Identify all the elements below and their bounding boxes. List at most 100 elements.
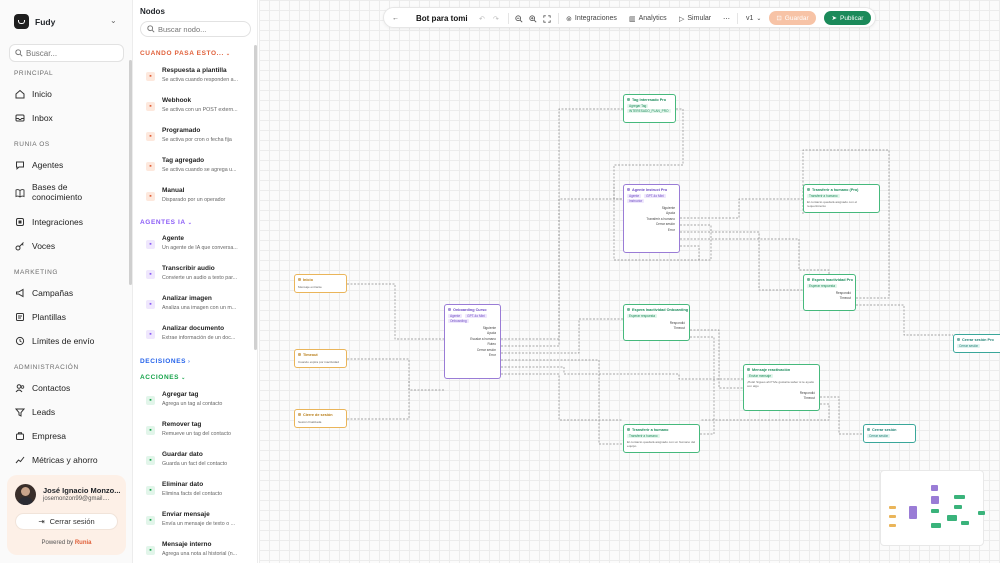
flow-edge[interactable] <box>501 359 623 445</box>
flow-node-output[interactable]: Timeout <box>744 395 819 400</box>
flow-node-espera_pro[interactable]: Espera inactividad Pro Esperar respuesta R… <box>803 274 856 311</box>
flow-node-agente_pro[interactable]: Agente Instruct Pro Agente GPT-4o MiniInst… <box>623 184 680 253</box>
version-select[interactable]: v1 ⌄ <box>746 8 761 29</box>
flow-node-output[interactable]: Error <box>445 352 500 357</box>
logout-button[interactable]: ⇥ Cerrar sesión <box>15 513 118 530</box>
publish-button[interactable]: ➤ Publicar <box>824 11 871 25</box>
flow-edge[interactable] <box>501 318 623 354</box>
minimap[interactable] <box>880 470 985 546</box>
zoom-in-button[interactable] <box>529 8 537 29</box>
sidebar-item-leads[interactable]: Leads <box>14 406 55 417</box>
flow-edge[interactable] <box>501 198 623 347</box>
node-item-triggers[interactable]: ▪ Programado Se activa por cron o fecha fi… <box>142 127 252 155</box>
minimap-node <box>954 505 962 509</box>
node-item-triggers[interactable]: ▪ Webhook Se activa con un POST extern... <box>142 97 252 125</box>
node-item-triggers[interactable]: ▪ Tag agregado Se activa cuando se agrega … <box>142 157 252 185</box>
flow-node-cerrar_right[interactable]: Cerrar sesión Pro Cerrar sesión <box>953 334 1000 353</box>
node-item-actions[interactable]: ▪ Guardar dato Guarda un fact del contacto <box>142 451 252 479</box>
node-item-desc: Convierte un audio a texto par... <box>162 275 238 281</box>
flow-node-espera_onb[interactable]: Espera Inactividad Onboarding Esperar res… <box>623 304 690 341</box>
flow-node-output[interactable]: Error <box>624 226 679 232</box>
sidebar-item-limites[interactable]: Límites de envío <box>14 335 94 346</box>
group-label: DECISIONES <box>140 358 187 365</box>
node-item-actions[interactable]: ▪ Remover tag Remueve un tag del contacto <box>142 421 252 449</box>
sidebar-item-agentes[interactable]: Agentes <box>14 159 63 170</box>
flow-edge[interactable] <box>820 396 863 435</box>
node-item-triggers[interactable]: ▪ Respuesta a plantilla Se activa cuando r… <box>142 67 252 95</box>
more-button[interactable]: ⋯ <box>723 8 730 29</box>
node-item-actions[interactable]: ▪ Agregar tag Agrega un tag al contacto <box>142 391 252 419</box>
group-agents[interactable]: AGENTES IA ⌄ <box>140 219 193 226</box>
avatar[interactable] <box>15 484 36 505</box>
flow-title[interactable]: Bot para tomi <box>416 8 468 29</box>
flow-node-inicio[interactable]: Inicio Mensaje entrante <box>294 274 347 293</box>
group-actions[interactable]: ACCIONES ⌄ <box>140 374 186 381</box>
sidebar-item-campanas[interactable]: Campañas <box>14 287 73 298</box>
node-item-actions[interactable]: ▪ Eliminar dato Elimina facts del contacto <box>142 481 252 509</box>
flow-node-output[interactable]: Timeout <box>624 325 689 330</box>
group-triggers[interactable]: CUANDO PASA ESTO... ⌄ <box>140 50 231 57</box>
workspace-switcher[interactable]: Fudy <box>14 14 55 29</box>
sidebar-item-integraciones[interactable]: Integraciones <box>14 216 83 227</box>
node-search[interactable] <box>140 21 251 37</box>
flow-edge[interactable] <box>501 373 623 421</box>
sidebar-item-contactos[interactable]: Contactos <box>14 382 70 393</box>
flow-edge[interactable] <box>856 304 953 336</box>
sidebar-item-empresa[interactable]: Empresa <box>14 430 66 441</box>
flow-node-transfer_pro[interactable]: Transferir a humano (Pro) Transferir a hu… <box>803 184 880 213</box>
node-item-agents[interactable]: ▪ Analizar imagen Analiza una imagen con u… <box>142 295 252 323</box>
undo-button[interactable]: ↶ <box>479 8 485 29</box>
sidebar-item-bases[interactable]: Bases de conocimiento <box>14 182 102 202</box>
analytics-button[interactable]: ▥ Analytics <box>629 8 667 29</box>
flow-edge[interactable] <box>680 198 803 219</box>
node-item-actions[interactable]: ▪ Mensaje interno Agrega una nota al histo… <box>142 541 252 563</box>
flow-edge[interactable] <box>680 231 803 291</box>
node-item-triggers[interactable]: ▪ Manual Disparado por un operador <box>142 187 252 215</box>
redo-button[interactable]: ↷ <box>493 8 499 29</box>
flow-edge[interactable] <box>501 366 743 380</box>
node-item-agents[interactable]: ▪ Transcribir audio Convierte un audio a t… <box>142 265 252 293</box>
chevron-down-icon[interactable]: ⌄ <box>110 16 117 25</box>
flow-canvas[interactable]: Tag Interesado Pro Agregar TagINTERESADO_… <box>259 0 1000 563</box>
flow-edge[interactable] <box>347 379 410 420</box>
node-search-input[interactable] <box>158 24 248 34</box>
node-item-agents[interactable]: ▪ Agente Un agente de IA que conversa... <box>142 235 252 263</box>
simulate-button[interactable]: ▷ Simular <box>679 8 711 29</box>
flow-edge[interactable] <box>347 358 444 391</box>
flow-edge[interactable] <box>680 245 700 260</box>
integrations-label: Integraciones <box>574 15 617 22</box>
sidebar-item-inicio[interactable]: Inicio <box>14 88 52 99</box>
flow-edge[interactable] <box>501 108 623 340</box>
flow-edge[interactable] <box>690 336 715 435</box>
sidebar-item-voces[interactable]: Voces <box>14 240 55 251</box>
node-item-title: Remover tag <box>162 421 202 428</box>
more-icon: ⋯ <box>723 15 730 23</box>
sidebar-item-metricas[interactable]: Métricas y ahorro <box>14 454 98 465</box>
fit-view-button[interactable] <box>543 8 551 29</box>
flow-node-onboarding[interactable]: Onboarding Curso Agente GPT-4o MiniOnboard… <box>444 304 501 379</box>
back-button[interactable]: ← <box>392 8 399 29</box>
sidebar-item-plantillas[interactable]: Plantillas <box>14 311 66 322</box>
zoom-out-button[interactable] <box>515 8 523 29</box>
flow-node-timeout[interactable]: Timeout Cuando expira por inactividad <box>294 349 347 368</box>
flow-node-cierre[interactable]: Cierre de sesión Sesión finalizada <box>294 409 347 428</box>
triggers-node-icon: ▪ <box>146 132 155 141</box>
save-button[interactable]: ⊡ Guardar <box>769 11 816 25</box>
node-item-desc: Extrae información de un doc... <box>162 335 236 341</box>
sidebar-scrollbar[interactable] <box>129 60 132 285</box>
flow-node-msg_reac[interactable]: Mensaje reactivación Enviar mensaje ¡Hola!… <box>743 364 820 411</box>
flow-node-cerrar[interactable]: Cerrar sesión Cerrar sesión <box>863 424 916 443</box>
sidebar-search[interactable] <box>9 44 124 62</box>
sidebar-search-input[interactable] <box>26 48 116 58</box>
sidebar-item-inbox[interactable]: Inbox <box>14 112 53 123</box>
flow-node-output[interactable]: Timeout <box>804 295 855 300</box>
flow-node-transfer[interactable]: Transferir a humano Transferir a humano El… <box>623 424 700 453</box>
powered-brand[interactable]: Runia <box>75 540 92 546</box>
node-item-agents[interactable]: ▪ Analizar documento Extrae información de… <box>142 325 252 353</box>
nodes-panel-scrollbar[interactable] <box>254 45 257 350</box>
flow-node-tag_pro[interactable]: Tag Interesado Pro Agregar TagINTERESADO_… <box>623 94 676 123</box>
group-decisions[interactable]: DECISIONES › <box>140 358 190 365</box>
flow-edge[interactable] <box>347 283 444 340</box>
integrations-button[interactable]: ⊚ Integraciones <box>566 8 617 29</box>
node-item-actions[interactable]: ▪ Enviar mensaje Envía un mensaje de texto… <box>142 511 252 539</box>
